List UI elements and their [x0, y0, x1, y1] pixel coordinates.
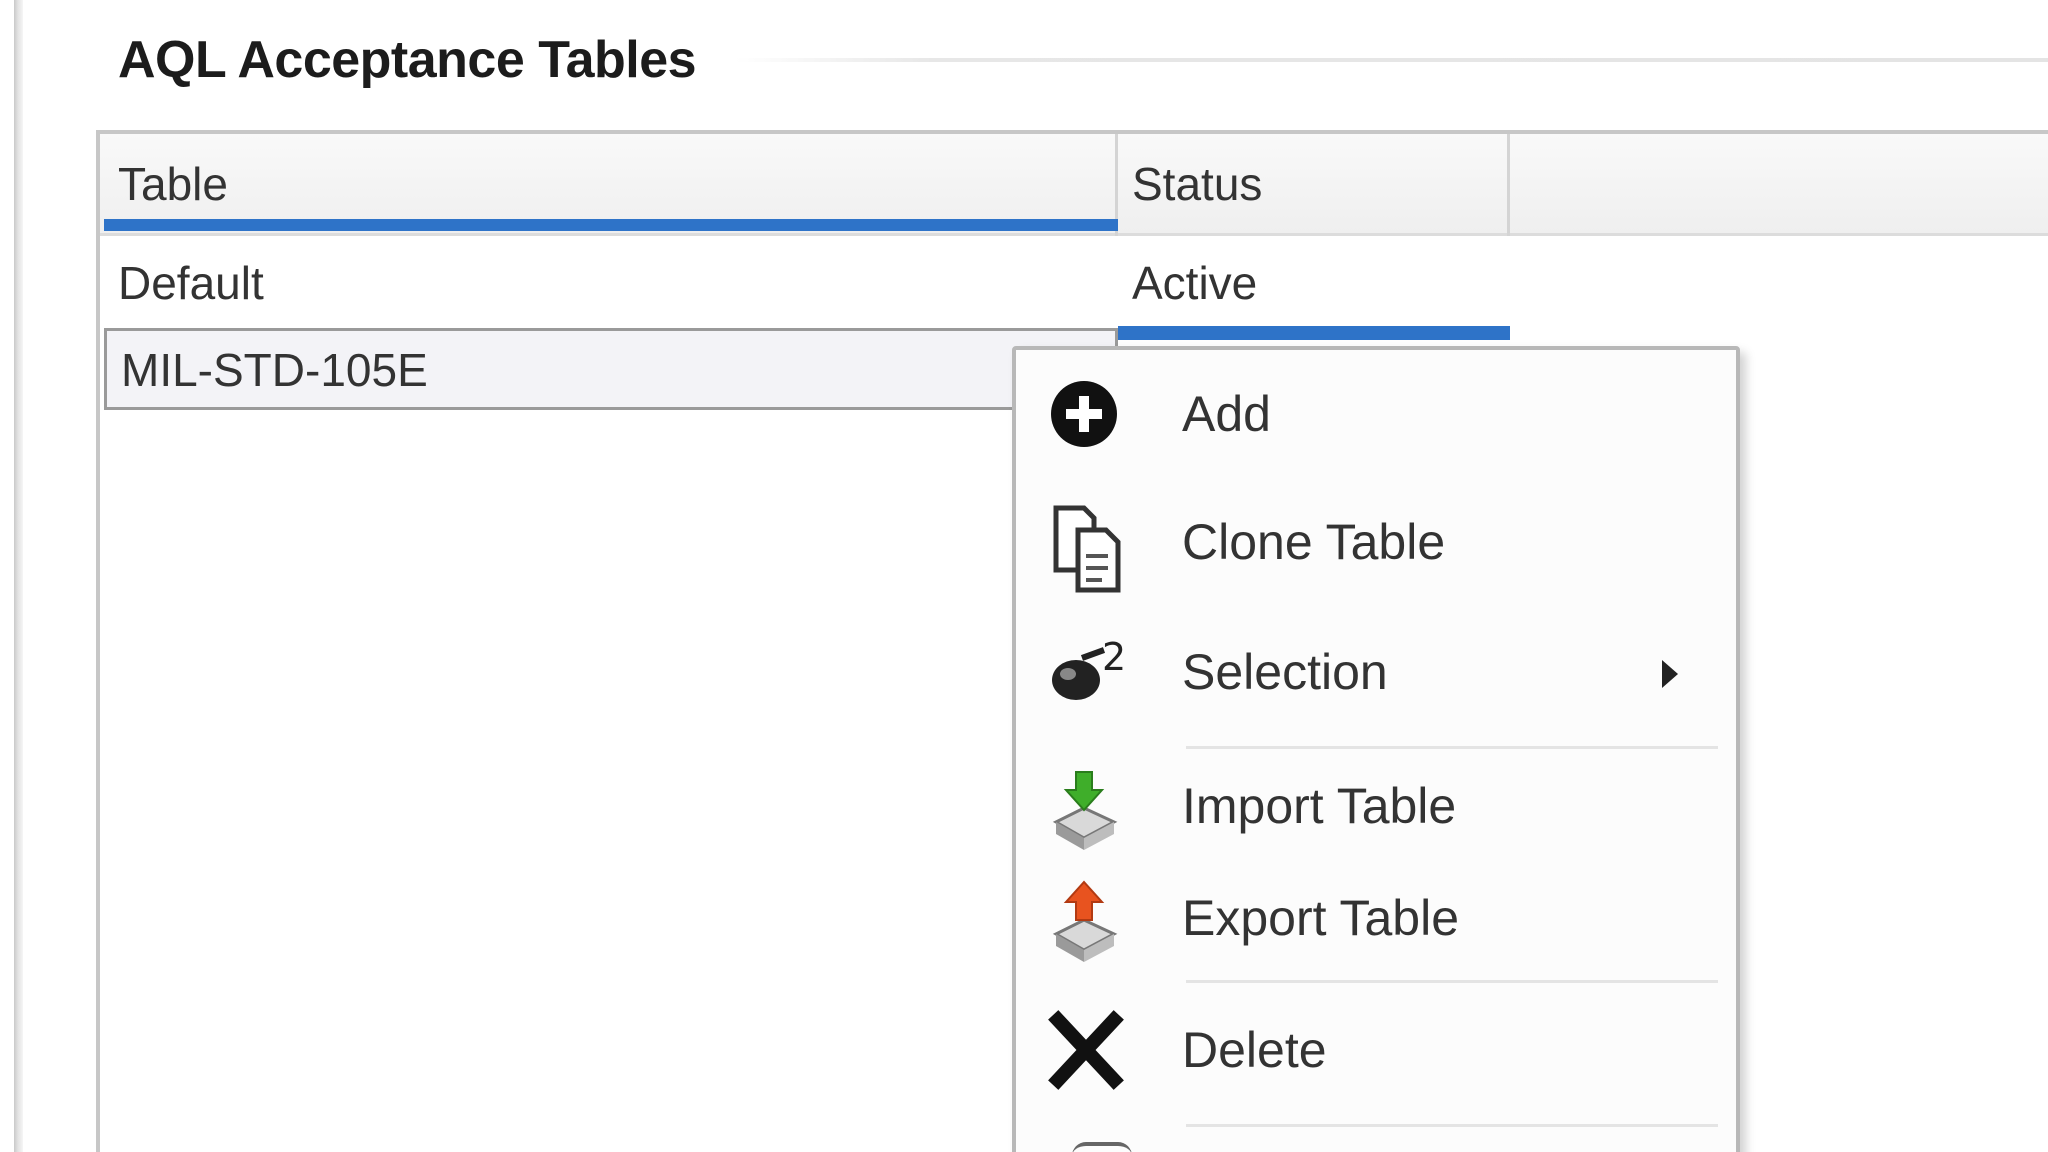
menu-separator [1186, 1124, 1718, 1127]
svg-text:2: 2 [1102, 635, 1126, 679]
export-icon [1042, 876, 1132, 962]
submenu-arrow-icon [1662, 660, 1678, 688]
menu-item-label: Import Table [1182, 778, 1457, 834]
import-icon [1042, 764, 1132, 850]
menu-item-import-table[interactable]: Import Table [1016, 746, 1736, 866]
add-circle-icon [1042, 372, 1132, 456]
menu-item-label: Export Table [1182, 890, 1460, 946]
menu-item-export-table[interactable]: Export Table [1016, 858, 1736, 978]
menu-item-add[interactable]: Add [1016, 354, 1736, 474]
menu-item-label: Add [1182, 386, 1271, 442]
menu-item-selection[interactable]: 2 Selection [1016, 612, 1736, 732]
table-row[interactable]: Default Active [104, 240, 1510, 326]
menu-item-label: Selection [1182, 644, 1388, 700]
cell-status[interactable]: Active [1118, 240, 1510, 326]
cell-table-name[interactable]: MIL-STD-105E [104, 328, 1118, 410]
selection-icon: 2 [1042, 630, 1132, 714]
cell-table-name[interactable]: Default [104, 240, 1118, 326]
delete-x-icon [1042, 1008, 1132, 1092]
menu-item-delete[interactable]: Delete [1016, 990, 1736, 1110]
group-title: AQL Acceptance Tables [118, 31, 697, 89]
partial-next-item-icon [1072, 1142, 1132, 1152]
row-highlight-bar [1118, 326, 1510, 340]
application-window: AQL Acceptance Tables Table Status Defau… [0, 0, 2048, 1152]
clone-icon [1042, 500, 1132, 593]
menu-separator [1186, 980, 1718, 983]
group-divider [735, 58, 2048, 62]
window-left-border [14, 0, 23, 1152]
menu-item-label: Clone Table [1182, 514, 1446, 570]
menu-item-label: Delete [1182, 1022, 1327, 1078]
menu-item-clone-table[interactable]: Clone Table [1016, 482, 1736, 602]
